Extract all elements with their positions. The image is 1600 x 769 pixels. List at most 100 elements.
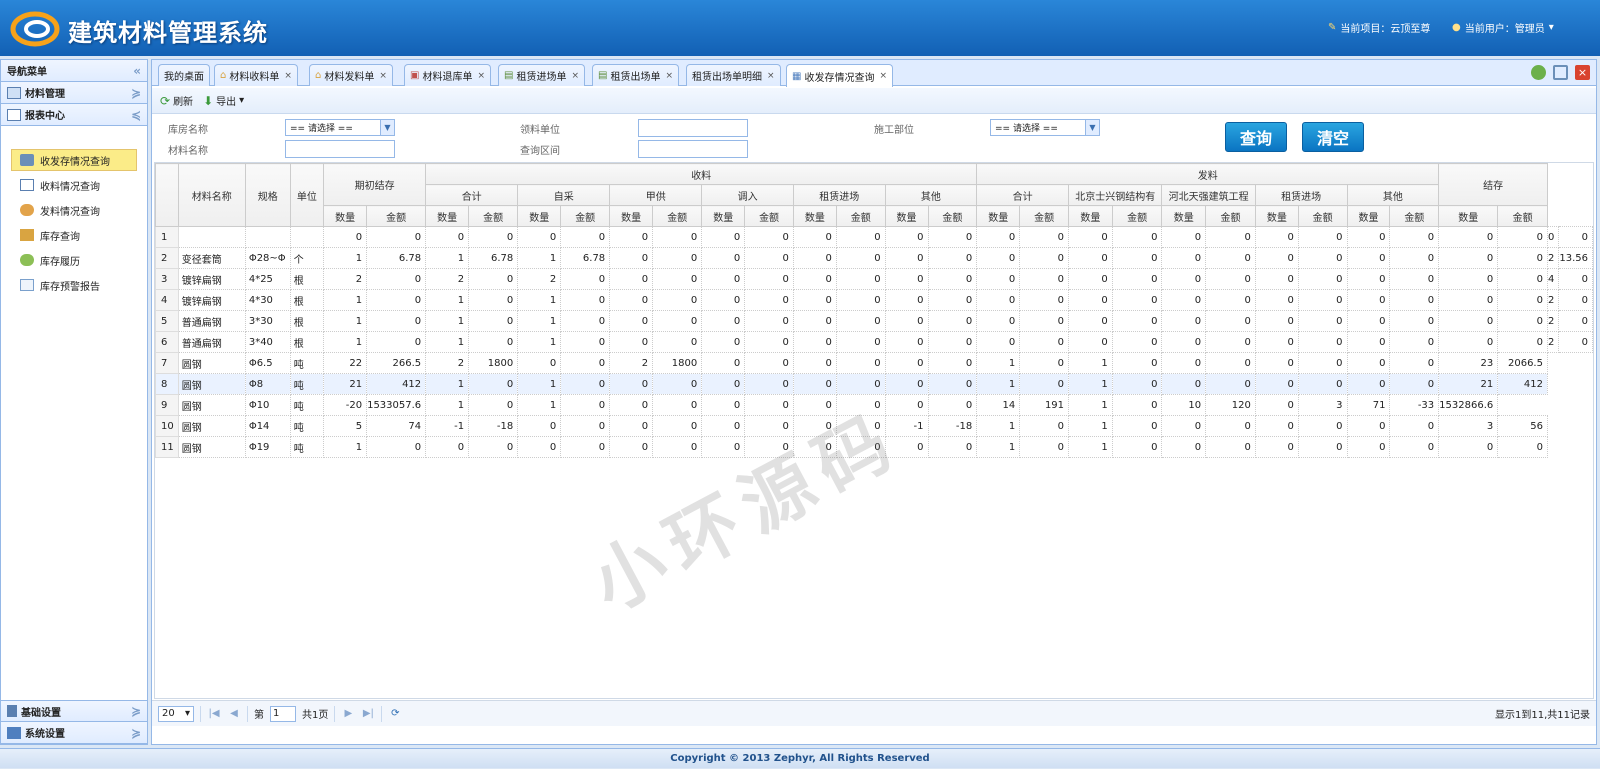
- table-cell: 0: [701, 331, 746, 353]
- refresh-icon[interactable]: [1531, 65, 1546, 80]
- col-rent-out: 租赁进场: [1254, 184, 1348, 206]
- dept-select[interactable]: == 请选择 == ▼: [990, 119, 1100, 136]
- table-cell: 0: [425, 226, 470, 248]
- sidebar-group-system[interactable]: 系统设置 ≽: [1, 722, 147, 744]
- sidebar-item-receive-query[interactable]: 收料情况查询: [11, 174, 137, 196]
- table-cell: 0: [468, 268, 519, 290]
- table-cell: 1: [425, 394, 470, 416]
- first-page-icon[interactable]: |◀: [207, 708, 221, 719]
- sidebar-group-report[interactable]: 报表中心 ≼: [1, 104, 147, 126]
- item-label: 发料情况查询: [40, 206, 100, 218]
- sidebar-group-basic[interactable]: 基础设置 ≽: [1, 700, 147, 722]
- close-icon[interactable]: ×: [284, 71, 292, 81]
- table-row[interactable]: 7 圆钢 Φ6.5 吨 22 266.5 2 1800 0 0 2 1800 0 0 0 0 0 0 1 0 1 0 0 0 0…: [155, 352, 1593, 374]
- tab-desktop[interactable]: 我的桌面: [158, 64, 210, 86]
- table-cell: Φ19: [244, 436, 291, 458]
- prev-page-icon[interactable]: ◀: [227, 708, 241, 719]
- table-row[interactable]: 4 镀锌扁钢 4*30 根 1 0 1 0 1 0 0 0 0 0 0 0 0 0 0 0 0 0 0 0 0 0 0 0 0 0 2 0: [155, 289, 1593, 311]
- table-cell: 0: [835, 289, 886, 311]
- table-row[interactable]: 5 普通扁钢 3*30 根 1 0 1 0 1 0 0 0 0 0 0 0 0 0 0 0 0 0 0 0 0 0 0 0 0 0 2 0: [155, 310, 1593, 332]
- table-row[interactable]: 10 圆钢 Φ14 吨 5 74 -1 -18 0 0 0 0 0 0 0 0 -1 -18 1 0 1 0 0 0 0 0 0 0 3…: [155, 415, 1593, 437]
- tab-rent-out[interactable]: ▤ 租赁出场单 ×: [592, 64, 679, 86]
- close-icon[interactable]: ×: [379, 71, 387, 81]
- refresh-button[interactable]: ⟳ 刷新: [160, 93, 193, 109]
- page-input[interactable]: 1: [270, 705, 296, 722]
- range-input[interactable]: [638, 140, 748, 158]
- col-recv-total: 合计: [425, 184, 519, 206]
- sidebar-item-stock-warning[interactable]: 库存预警报告: [11, 274, 137, 296]
- page-size-select[interactable]: 20 ▾: [158, 705, 194, 722]
- table-cell: 0: [1019, 436, 1070, 458]
- close-icon[interactable]: ×: [477, 71, 485, 81]
- sidebar-item-stock-query[interactable]: 库存查询: [11, 224, 137, 246]
- receiver-input[interactable]: [638, 119, 748, 137]
- ledger-icon: ▤: [598, 70, 608, 81]
- table-cell: 0: [366, 268, 427, 290]
- table-row[interactable]: 11 圆钢 Φ19 吨 1 0 0 0 0 0 0 0 0 0 0 0 0 0 1 0 1 0 0 0 0 0 0 0 0 0: [155, 436, 1593, 458]
- fullscreen-icon[interactable]: [1553, 65, 1568, 80]
- close-icon[interactable]: ×: [665, 71, 673, 81]
- col-amount: 金额: [1111, 205, 1163, 227]
- last-page-icon[interactable]: ▶|: [361, 708, 375, 719]
- tab-rent-out-detail[interactable]: 租赁出场单明细 ×: [686, 64, 781, 86]
- tab-receive-order[interactable]: ⌂ 材料收料单 ×: [214, 64, 298, 86]
- table-row[interactable]: 9 圆钢 Φ10 吨 -20 1533057.6 1 0 1 0 0 0 0 0 0 0 0 0 14 191 1 0 10…: [155, 394, 1593, 416]
- export-button[interactable]: ⬇ 导出 ▾: [203, 93, 244, 109]
- main-panel: 我的桌面 ⌂ 材料收料单 × ⌂ 材料发料单 × ▣ 材料退库单 × ▤ 租赁进场单 × ▤ 租赁…: [151, 59, 1597, 745]
- table-cell: 2: [425, 268, 470, 290]
- row-number: 5: [155, 310, 179, 332]
- reload-icon[interactable]: ⟳: [388, 708, 402, 719]
- table-cell: 0: [609, 289, 654, 311]
- tab-return-order[interactable]: ▣ 材料退库单 ×: [404, 64, 491, 86]
- table-row[interactable]: 2 变径套筒 Φ28~Φ 个 1 6.78 1 6.78 1 6.78 0 0 0 0 0 0 0 0 0 0 0 0 0 0…: [155, 247, 1593, 269]
- table-cell: 0: [744, 331, 794, 353]
- clear-button[interactable]: 清空: [1302, 122, 1364, 152]
- col-unit[interactable]: 单位: [289, 163, 325, 227]
- warehouse-value: == 请选择 ==: [290, 124, 353, 134]
- query-button[interactable]: 查询: [1225, 122, 1287, 152]
- table-cell: 0: [744, 415, 794, 437]
- table-cell: 0: [701, 247, 746, 269]
- table-cell: 0: [1438, 331, 1499, 353]
- sidebar-title: 导航菜单: [7, 67, 47, 78]
- tab-inout-query[interactable]: ▦ 收发存情况查询 ×: [786, 64, 893, 87]
- table-cell: 0: [884, 394, 929, 416]
- close-icon[interactable]: ×: [767, 71, 775, 81]
- sidebar-group-material[interactable]: 材料管理 ≽: [1, 82, 147, 104]
- tab-issue-order[interactable]: ⌂ 材料发料单 ×: [309, 64, 393, 86]
- table-cell: 0: [1346, 289, 1391, 311]
- col-name[interactable]: 材料名称: [177, 163, 246, 227]
- close-icon[interactable]: ×: [571, 71, 579, 81]
- table-row[interactable]: 3 镀锌扁钢 4*25 根 2 0 2 0 2 0 0 0 0 0 0 0 0 0 0 0 0 0 0 0 0 0 0 0 0 0 4 0: [155, 268, 1593, 290]
- table-cell: 1: [425, 331, 470, 353]
- table-cell: 0: [468, 289, 519, 311]
- table-cell: 2: [1546, 289, 1560, 311]
- sidebar-item-issue-query[interactable]: 发料情况查询: [11, 199, 137, 221]
- sidebar-item-stock-history[interactable]: 库存履历: [11, 249, 137, 271]
- current-user-menu[interactable]: ● 当前用户：管理员 ▾: [1452, 20, 1554, 35]
- table-cell: 1: [323, 331, 368, 353]
- col-spec[interactable]: 规格: [244, 163, 291, 227]
- table-cell: 0: [1111, 373, 1163, 395]
- sidebar-item-inout-query[interactable]: 收发存情况查询: [11, 149, 137, 171]
- col-amount: 金额: [560, 205, 611, 227]
- table-cell: 1: [976, 373, 1021, 395]
- table-row[interactable]: 8 圆钢 Φ8 吨 21 412 1 0 1 0 0 0 0 0 0 0 0 0 1 0 1 0 0 0 0 0 0 0 21 412: [155, 373, 1593, 395]
- table-cell: 0: [1346, 226, 1391, 248]
- table-row[interactable]: 10000000000000000000000000000: [155, 226, 1593, 248]
- col-amount: 金额: [366, 205, 427, 227]
- table-cell: 吨: [289, 415, 325, 437]
- material-input[interactable]: [285, 140, 395, 158]
- collapse-sidebar-icon[interactable]: «: [133, 64, 141, 78]
- table-cell: 0: [1497, 436, 1548, 458]
- tab-rent-in[interactable]: ▤ 租赁进场单 ×: [498, 64, 585, 86]
- table-cell: 6.78: [560, 247, 611, 269]
- table-cell: 0: [976, 331, 1021, 353]
- close-all-icon[interactable]: ×: [1575, 65, 1590, 80]
- table-row[interactable]: 6 普通扁钢 3*40 根 1 0 1 0 1 0 0 0 0 0 0 0 0 0 0 0 0 0 0 0 0 0 0 0 0 0 2 0: [155, 331, 1593, 353]
- table-cell: 0: [1068, 247, 1113, 269]
- item-label: 库存履历: [40, 256, 80, 268]
- next-page-icon[interactable]: ▶: [341, 708, 355, 719]
- warehouse-select[interactable]: == 请选择 == ▼: [285, 119, 395, 136]
- close-icon[interactable]: ×: [879, 71, 887, 81]
